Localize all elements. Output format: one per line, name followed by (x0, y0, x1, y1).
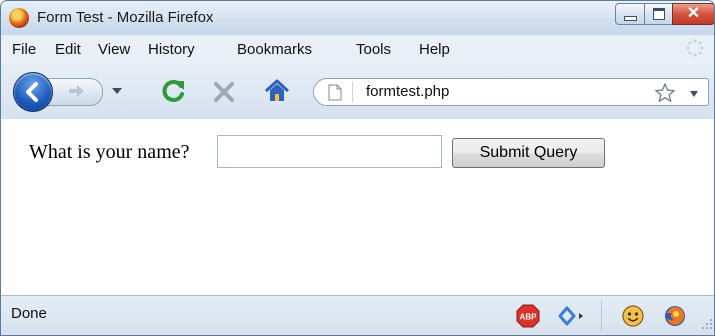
loading-spinner-icon (686, 39, 704, 57)
maximize-button[interactable] (644, 3, 673, 25)
home-icon[interactable] (263, 77, 291, 105)
menu-history[interactable]: History (148, 41, 195, 58)
url-bar[interactable]: formtest.php (313, 78, 709, 106)
close-icon: ✕ (686, 5, 701, 22)
forward-arrow-icon (69, 85, 84, 97)
bookmark-star-icon[interactable] (654, 82, 676, 104)
submit-query-button[interactable]: Submit Query (452, 138, 605, 168)
navigation-toolbar: formtest.php (1, 64, 714, 120)
menu-bookmarks[interactable]: Bookmarks (237, 41, 312, 58)
status-divider (601, 300, 602, 332)
menu-edit[interactable]: Edit (55, 41, 81, 58)
menu-file[interactable]: File (12, 41, 36, 58)
status-bar: Done ABP (1, 295, 714, 335)
url-text[interactable]: formtest.php (366, 83, 449, 100)
menu-help[interactable]: Help (419, 41, 450, 58)
status-text: Done (11, 305, 47, 322)
menu-bar: File Edit View History Bookmarks Tools H… (1, 35, 714, 64)
history-dropdown-icon[interactable] (111, 86, 123, 96)
page-content: What is your name? Submit Query (1, 119, 714, 295)
maximize-icon (652, 8, 665, 20)
window-title: Form Test - Mozilla Firefox (37, 9, 214, 26)
mouse-gestures-icon[interactable] (557, 305, 585, 327)
resize-grip-icon[interactable] (701, 318, 713, 330)
url-dropdown-icon[interactable] (689, 90, 699, 98)
minimize-button[interactable] (615, 3, 645, 25)
close-button[interactable]: ✕ (672, 3, 714, 25)
smiley-icon[interactable] (621, 304, 645, 328)
adblock-icon[interactable]: ABP (516, 304, 540, 328)
name-question-label: What is your name? (29, 141, 190, 163)
page-icon (328, 84, 342, 101)
name-input[interactable] (217, 135, 442, 168)
firefox-logo-icon (9, 8, 29, 28)
back-button[interactable] (13, 72, 53, 112)
minimize-icon (623, 15, 637, 21)
url-divider (352, 82, 353, 102)
stop-icon[interactable] (211, 79, 237, 105)
menu-tools[interactable]: Tools (356, 41, 391, 58)
firefox-icon[interactable] (663, 304, 687, 328)
back-arrow-icon (26, 82, 38, 102)
menu-view[interactable]: View (98, 41, 130, 58)
browser-window: Form Test - Mozilla Firefox ✕ File Edit … (0, 0, 715, 336)
svg-text:ABP: ABP (520, 313, 538, 322)
reload-icon[interactable] (161, 78, 187, 104)
title-bar[interactable]: Form Test - Mozilla Firefox ✕ (1, 1, 714, 35)
